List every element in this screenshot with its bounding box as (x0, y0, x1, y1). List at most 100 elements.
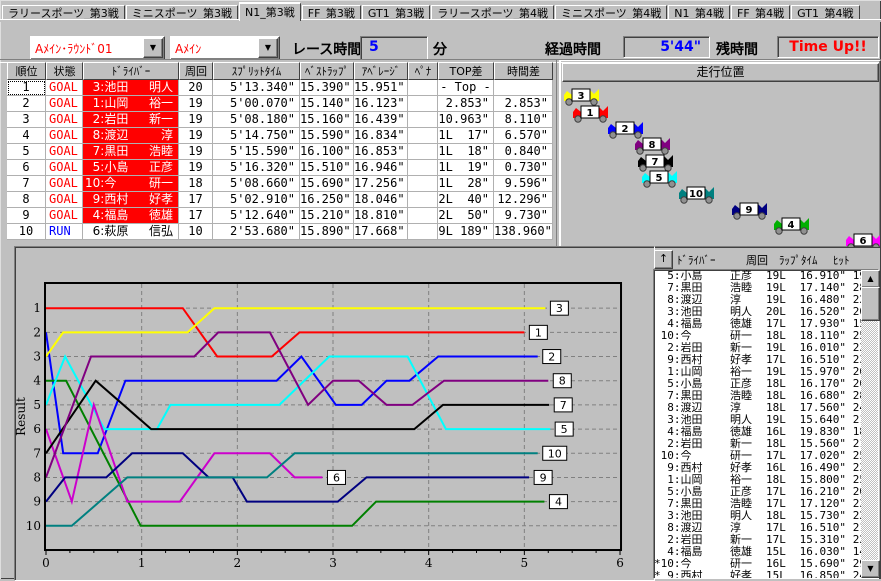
column-header[interactable]: 順位 (7, 62, 46, 80)
svg-text:2: 2 (622, 124, 629, 135)
lap-cell: 5:小島 (654, 486, 703, 498)
table-cell: 9.596" (494, 176, 553, 192)
scrollbar-thumb[interactable] (861, 287, 880, 321)
table-cell (408, 144, 438, 160)
svg-text:6: 6 (860, 236, 867, 247)
column-header[interactable]: 周回 (179, 62, 213, 80)
table-cell: 5'13.340" (213, 80, 300, 96)
table-cell: 19 (179, 96, 213, 112)
lap-cell: 3:池田 (654, 306, 703, 318)
table-row[interactable]: 5 GOAL 7:黒田 浩睦 19 5'15.590" 16.100" 16.853" 1L … (7, 144, 555, 160)
x-tick-label: 6 (616, 556, 624, 570)
table-row[interactable]: 10 RUN 6:萩原 信弘 10 2'53.680" 15.890" 17.668" 9L … (7, 224, 555, 240)
svg-text:1: 1 (587, 108, 594, 119)
sort-ascending-button[interactable]: ↑ (654, 250, 673, 269)
running-position-title: 走行位置 (562, 63, 879, 82)
column-header[interactable]: ﾍﾞｽﾄﾗｯﾌﾟ (300, 62, 354, 80)
x-tick-label: 4 (425, 556, 433, 570)
driver-cell: 8:渡辺淳 (83, 128, 179, 144)
scrollbar[interactable]: ▲ ▼ (861, 270, 880, 578)
lap-cell: 2:岩田 (654, 342, 703, 354)
lap-cell: *10:今 (654, 558, 692, 570)
chevron-down-icon[interactable]: ▼ (143, 38, 163, 58)
scroll-down-icon[interactable]: ▼ (861, 560, 880, 578)
table-cell: 5 (7, 144, 46, 160)
svg-text:3: 3 (578, 91, 585, 102)
table-cell (494, 80, 553, 96)
table-cell: GOAL (46, 96, 83, 112)
table-cell (408, 208, 438, 224)
table-row[interactable]: 3 GOAL 2:岩田 新一 19 5'08.180" 15.160" 16.439" 10.… (7, 112, 555, 128)
lap-header-hit: ﾋｯﾄ (833, 254, 850, 267)
table-row[interactable]: 4 GOAL 8:渡辺淳 19 5'14.750" 15.590" 16.834" 1L 1… (7, 128, 555, 144)
lap-cell: 8:渡辺 (654, 294, 703, 306)
table-cell: 9.730" (494, 208, 553, 224)
x-tick-label: 0 (42, 556, 50, 570)
column-header[interactable]: ﾄﾞﾗｲﾊﾞｰ (83, 62, 179, 80)
table-cell: 6 (7, 160, 46, 176)
table-cell: 19 (179, 128, 213, 144)
lap-cell: 4:福島 (654, 546, 703, 558)
group-combobox[interactable]: Aﾒｲﾝ ▼ (170, 36, 280, 60)
table-cell (408, 96, 438, 112)
y-axis-label: Result (15, 397, 28, 436)
table-cell: 5'08.660" (213, 176, 300, 192)
table-cell: 1L 19" (438, 160, 494, 176)
table-cell: 5'15.590" (213, 144, 300, 160)
table-row[interactable]: 7 GOAL 10:今 研一 18 5'08.660" 15.690" 17.256" 1L 2… (7, 176, 555, 192)
tab-bottom-line (0, 19, 881, 22)
column-header[interactable]: TOP差 (438, 62, 494, 80)
column-header[interactable]: ｽﾌﾟﾘｯﾄﾀｲﾑ (213, 62, 300, 80)
x-tick-label: 2 (234, 556, 242, 570)
race-time-unit: 分 (433, 42, 447, 58)
driver-cell: 2:岩田 新一 (83, 112, 179, 128)
table-cell: 19 (179, 144, 213, 160)
elapsed-time-value: 5'44" (623, 36, 710, 58)
table-cell: 1L 17" (438, 128, 494, 144)
svg-text:7: 7 (560, 399, 567, 412)
table-cell (408, 192, 438, 208)
table-cell: 16.439" (354, 112, 408, 128)
table-cell: 18.046" (354, 192, 408, 208)
lap-cell: 4:福島 (654, 318, 703, 330)
car-icon-9: 9 (732, 200, 768, 220)
round-combobox[interactable]: Aﾒｲﾝ･ﾗｳﾝﾄﾞ01 ▼ (30, 36, 165, 60)
lap-cell: 8:渡辺 (654, 402, 703, 414)
chevron-down-icon[interactable]: ▼ (258, 38, 278, 58)
table-cell: 8 (7, 192, 46, 208)
table-cell (408, 128, 438, 144)
table-cell: GOAL (46, 176, 83, 192)
table-row[interactable]: 8 GOAL 9:西村 好孝 17 5'02.910" 16.250" 18.046" 2L … (7, 192, 555, 208)
table-row[interactable]: 6 GOAL 5:小島 正彦 19 5'16.320" 15.510" 16.946" 1L … (7, 160, 555, 176)
lap-cell: 4:福島 (654, 426, 703, 438)
table-row[interactable]: 2 GOAL 1:山岡 裕一 19 5'00.070" 15.140" 16.123" 2.8… (7, 96, 555, 112)
table-cell: 15.890" (300, 224, 354, 240)
driver-cell: 6:萩原 信弘 (83, 224, 179, 240)
driver-cell: 3:池田 明人 (83, 80, 179, 96)
table-cell: 16.853" (354, 144, 408, 160)
table-cell: GOAL (46, 208, 83, 224)
results-table: 順位 状態 ﾄﾞﾗｲﾊﾞｰ 周回 ｽﾌﾟﾘｯﾄﾀｲﾑ ﾍﾞｽﾄﾗｯﾌﾟ ｱﾍﾞﾚｰｼﾞ ﾍﾟﾅ… (7, 62, 555, 240)
y-tick-label: 4 (33, 374, 41, 388)
column-header[interactable]: 状態 (46, 62, 83, 80)
tab-N1_第3戦[interactable]: N1_第3戦 (239, 2, 301, 21)
table-cell: 138.960" (494, 224, 553, 240)
round-combobox-value: Aﾒｲﾝ･ﾗｳﾝﾄﾞ01 (35, 42, 113, 56)
lap-cell: 16.850" (799, 569, 846, 579)
column-header[interactable]: ﾍﾟﾅ (408, 62, 438, 80)
car-icon-5: 5 (642, 168, 678, 188)
table-cell: 2L 40" (438, 192, 494, 208)
running-position-panel: 走行位置 3 1 2 8 7 5 10 9 4 6 (560, 60, 881, 248)
lap-list-row[interactable]: * 9:西村 好孝 15L 16.850" 24 (654, 570, 878, 579)
table-row[interactable]: 1 GOAL 3:池田 明人 20 5'13.340" 15.390" 15.951" - T… (7, 80, 555, 96)
column-header[interactable]: 時間差 (494, 62, 553, 80)
column-header[interactable]: ｱﾍﾞﾚｰｼﾞ (354, 62, 408, 80)
lap-header-laps: 周回 (746, 254, 768, 267)
table-row[interactable]: 9 GOAL 4:福島 徳雄 17 5'12.640" 15.210" 18.810" 2L … (7, 208, 555, 224)
table-cell: 9 (7, 208, 46, 224)
svg-text:10: 10 (548, 447, 562, 460)
table-cell: GOAL (46, 192, 83, 208)
scroll-up-icon[interactable]: ▲ (861, 270, 880, 288)
table-cell: 2'53.680" (213, 224, 300, 240)
svg-text:5: 5 (561, 423, 568, 436)
